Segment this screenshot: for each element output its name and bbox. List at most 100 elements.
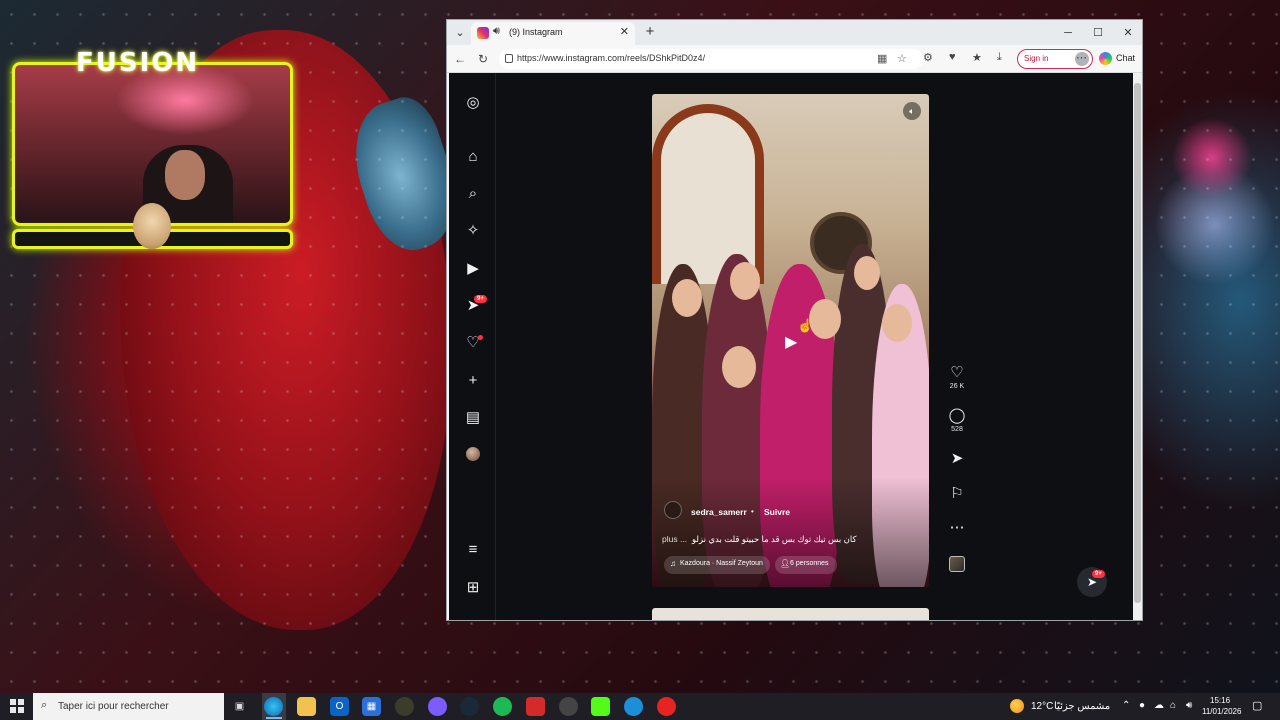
download-icon[interactable]: ⤓ (997, 51, 1002, 64)
opera-icon[interactable] (657, 697, 676, 716)
start-button[interactable] (10, 699, 24, 713)
microphone-icon[interactable]: ● (1139, 700, 1145, 711)
search-placeholder: Taper ici pour rechercher (58, 701, 169, 712)
overlay-title: FUSION (76, 48, 200, 78)
obs-icon[interactable] (559, 697, 578, 716)
instagram-page: ◎ ⌂ ⌕ ✧ ▶ ➤ 9+ ♡ + ▤ ≡ ⊞ 🔈︎ ▶ sedra_same… (449, 73, 1133, 620)
webcam-overlay (12, 62, 293, 226)
video-face (722, 346, 756, 388)
copilot-chat-button[interactable]: Chat (1097, 50, 1139, 68)
clock-date[interactable]: 11/01/2026 (1202, 707, 1241, 716)
comment-button[interactable]: ◯ 528 (947, 407, 967, 434)
tab-bar: ⌄ 🔊︎ (9) Instagram ✕ + ─ ☐ ✕ (447, 20, 1142, 45)
more-options-button[interactable]: ⋯ (947, 520, 967, 536)
search-icon: ⌕ (41, 699, 48, 711)
chevron-up-icon[interactable]: ⌃ (1122, 700, 1130, 711)
volume-icon[interactable]: 🔊︎ (1186, 700, 1192, 711)
apps-icon[interactable]: ⊞ (465, 580, 481, 596)
network-icon[interactable]: ⌂ (1170, 700, 1176, 711)
kick-icon[interactable] (591, 697, 610, 716)
discord-icon[interactable] (428, 697, 447, 716)
taskbar: ⌕ Taper ici pour rechercher ▣ O ▦ 12°C م… (0, 693, 1280, 720)
instagram-logo-icon[interactable]: ◎ (465, 95, 481, 111)
menu-icon[interactable]: ≡ (465, 542, 481, 558)
new-tab-button[interactable]: + (641, 23, 659, 41)
save-button[interactable]: ⚐ (947, 486, 967, 502)
author-avatar[interactable] (664, 501, 682, 519)
reels-icon[interactable]: ▶ (465, 261, 481, 277)
avatar[interactable] (466, 447, 480, 461)
weather-icon[interactable] (1010, 699, 1024, 713)
separator: • (751, 507, 754, 516)
compass-icon[interactable]: ✧ (465, 223, 481, 239)
refresh-icon[interactable]: ↻ (474, 50, 492, 68)
video-face (672, 279, 702, 317)
minimize-button[interactable]: ─ (1053, 23, 1083, 43)
volume-icon[interactable]: 🔈︎ (903, 102, 921, 120)
tagged-people-label: 6 personnes (790, 560, 829, 567)
task-view-icon[interactable]: ▣ (230, 697, 249, 716)
audio-thumbnail[interactable] (949, 556, 965, 572)
browser-essentials-icon[interactable]: ♥ (949, 51, 956, 63)
notifications-icon[interactable]: ▢ (1252, 699, 1262, 712)
app-blue-icon[interactable] (624, 697, 643, 716)
music-pill[interactable]: ♫ Kazdoura · Nassif Zeytoun (664, 556, 770, 574)
browser-window: ⌄ 🔊︎ (9) Instagram ✕ + ─ ☐ ✕ ← ↻ https:/… (446, 19, 1143, 621)
steam-icon[interactable] (460, 697, 479, 716)
close-tab-icon[interactable]: ✕ (620, 25, 629, 38)
app-icon[interactable] (395, 697, 414, 716)
address-bar: ← ↻ https://www.instagram.com/reels/DShk… (447, 45, 1142, 73)
close-window-button[interactable]: ✕ (1113, 23, 1143, 43)
music-note-icon: ♫ (670, 559, 676, 568)
bookmark-icon: ⚐ (950, 485, 964, 502)
store-icon[interactable]: ▦ (362, 697, 381, 716)
weather-description[interactable]: مشمس جزئيًا (1054, 701, 1110, 712)
streamer-face (165, 150, 205, 200)
caption-more-link[interactable]: plus ... (662, 534, 687, 544)
instagram-sidebar: ◎ ⌂ ⌕ ✧ ▶ ➤ 9+ ♡ + ▤ ≡ ⊞ (449, 73, 496, 620)
lock-icon[interactable] (505, 54, 513, 63)
music-label: Kazdoura · Nassif Zeytoun (680, 560, 763, 567)
scrollbar-thumb[interactable] (1134, 83, 1141, 603)
search-icon[interactable]: ⌕ (465, 186, 481, 202)
notification-dot (478, 335, 483, 340)
maximize-button[interactable]: ☐ (1083, 23, 1113, 43)
tagged-people-pill[interactable]: 👤︎ 6 personnes (775, 556, 837, 574)
plus-icon[interactable]: + (465, 373, 481, 389)
outlook-icon[interactable]: O (330, 697, 349, 716)
app-red-icon[interactable] (526, 697, 545, 716)
comment-icon: ◯ (948, 407, 966, 424)
messages-fab-badge: 9+ (1092, 570, 1105, 578)
extensions-icon[interactable]: ⚙ (923, 51, 933, 64)
reel-video[interactable]: 🔈︎ ▶ sedra_samerr • Suivre plus ... كان … (652, 94, 929, 587)
url-text: https://www.instagram.com/reels/DShkPitD… (517, 53, 706, 63)
reader-view-icon[interactable]: ▦ (877, 52, 887, 65)
favorites-icon[interactable]: ★ (972, 51, 982, 64)
url-field[interactable]: https://www.instagram.com/reels/DShkPitD… (499, 49, 923, 69)
clock-time[interactable]: 15:16 (1210, 696, 1230, 705)
play-icon[interactable]: ▶ (785, 332, 797, 352)
home-icon[interactable]: ⌂ (465, 149, 481, 165)
cloud-icon[interactable]: ☁ (1154, 700, 1164, 711)
favorite-star-icon[interactable]: ☆ (897, 52, 907, 65)
page-scrollbar[interactable] (1133, 73, 1142, 620)
spotify-icon[interactable] (493, 697, 512, 716)
share-button[interactable]: ➤ (947, 451, 967, 467)
next-reel-preview[interactable] (652, 608, 929, 620)
speaker-icon[interactable]: 🔊︎ (493, 25, 500, 38)
chart-icon[interactable]: ▤ (465, 410, 481, 426)
like-button[interactable]: ♡ 26 K (947, 365, 967, 391)
tab-instagram[interactable]: 🔊︎ (9) Instagram ✕ (471, 22, 635, 45)
taskbar-search[interactable]: ⌕ Taper ici pour rechercher (33, 693, 224, 720)
tab-list-chevron-icon[interactable]: ⌄ (451, 24, 469, 42)
tab-title: (9) Instagram (509, 27, 563, 37)
copilot-icon (1099, 52, 1112, 65)
edge-icon[interactable] (264, 697, 283, 716)
author-username[interactable]: sedra_samerr (691, 507, 747, 517)
weather-temperature[interactable]: 12°C (1031, 701, 1053, 712)
file-explorer-icon[interactable] (297, 697, 316, 716)
sign-in-label: Sign in (1024, 54, 1049, 63)
back-icon[interactable]: ← (451, 50, 469, 68)
more-options-icon[interactable]: ⋯ (1076, 51, 1087, 64)
follow-button[interactable]: Suivre (764, 507, 790, 517)
